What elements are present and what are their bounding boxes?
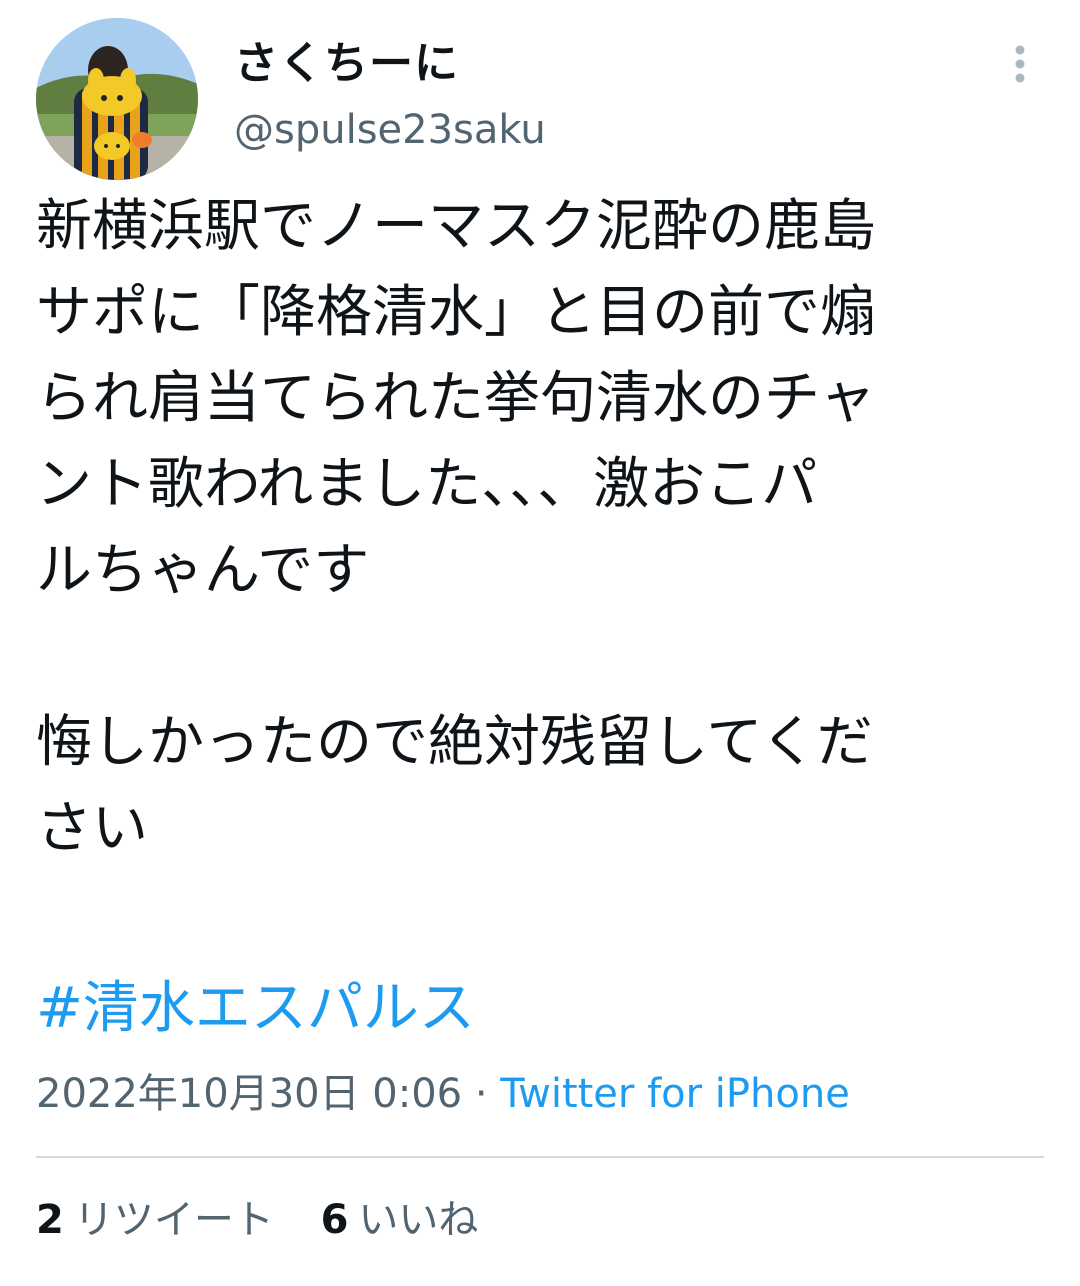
tweet-text-line: 新横浜駅でノーマスク泥酔の鹿島 (36, 194, 876, 259)
likes-label: いいね (358, 1197, 479, 1243)
retweets-count: 2 (36, 1197, 64, 1243)
tweet-text-line: ルちゃんです (36, 538, 370, 603)
tweet-text-line: ント歌われました、、、激おこパ (36, 452, 818, 517)
tweet-text-line: 悔しかったので絶対残留してくだ (36, 710, 873, 775)
profile-photo-icon (36, 18, 198, 180)
display-name[interactable]: さくちーに (234, 38, 546, 90)
tweet-text-line (36, 614, 1036, 700)
meta-separator: · (474, 1071, 488, 1117)
tweet-stats: 2 リツイート 6 いいね (36, 1192, 512, 1248)
tweet-meta: 2022年10月30日 0:06 · Twitter for iPhone (36, 1068, 850, 1120)
tweet-detail: さくちーに @spulse23saku 新横浜駅でノーマスク泥酔の鹿島 サポに「… (0, 0, 1080, 1286)
likes-count: 6 (320, 1197, 349, 1243)
retweets-label: リツイート (73, 1197, 274, 1243)
author-names[interactable]: さくちーに @spulse23saku (234, 38, 546, 154)
source-link[interactable]: Twitter for iPhone (500, 1071, 850, 1117)
likes-stat[interactable]: 6 いいね (321, 1192, 479, 1248)
more-options-button[interactable] (1006, 44, 1034, 88)
divider (36, 1156, 1044, 1158)
avatar[interactable] (36, 18, 198, 180)
tweet-text-line: サポに「降格清水」と目の前で煽 (36, 280, 876, 345)
more-vertical-icon (1015, 45, 1025, 83)
tweet-text-line: られ肩当てられた挙句清水のチャ (36, 366, 876, 431)
tweet-text-line: さい (36, 796, 148, 861)
tweet-header: さくちーに @spulse23saku (36, 18, 1044, 180)
retweets-stat[interactable]: 2 リツイート (36, 1192, 274, 1248)
hashtag-link[interactable]: #清水エスパルス (36, 966, 475, 1052)
tweet-text: 新横浜駅でノーマスク泥酔の鹿島 サポに「降格清水」と目の前で煽 られ肩当てられた… (36, 184, 1036, 872)
user-handle[interactable]: @spulse23saku (234, 106, 546, 154)
timestamp[interactable]: 2022年10月30日 0:06 (36, 1071, 462, 1117)
